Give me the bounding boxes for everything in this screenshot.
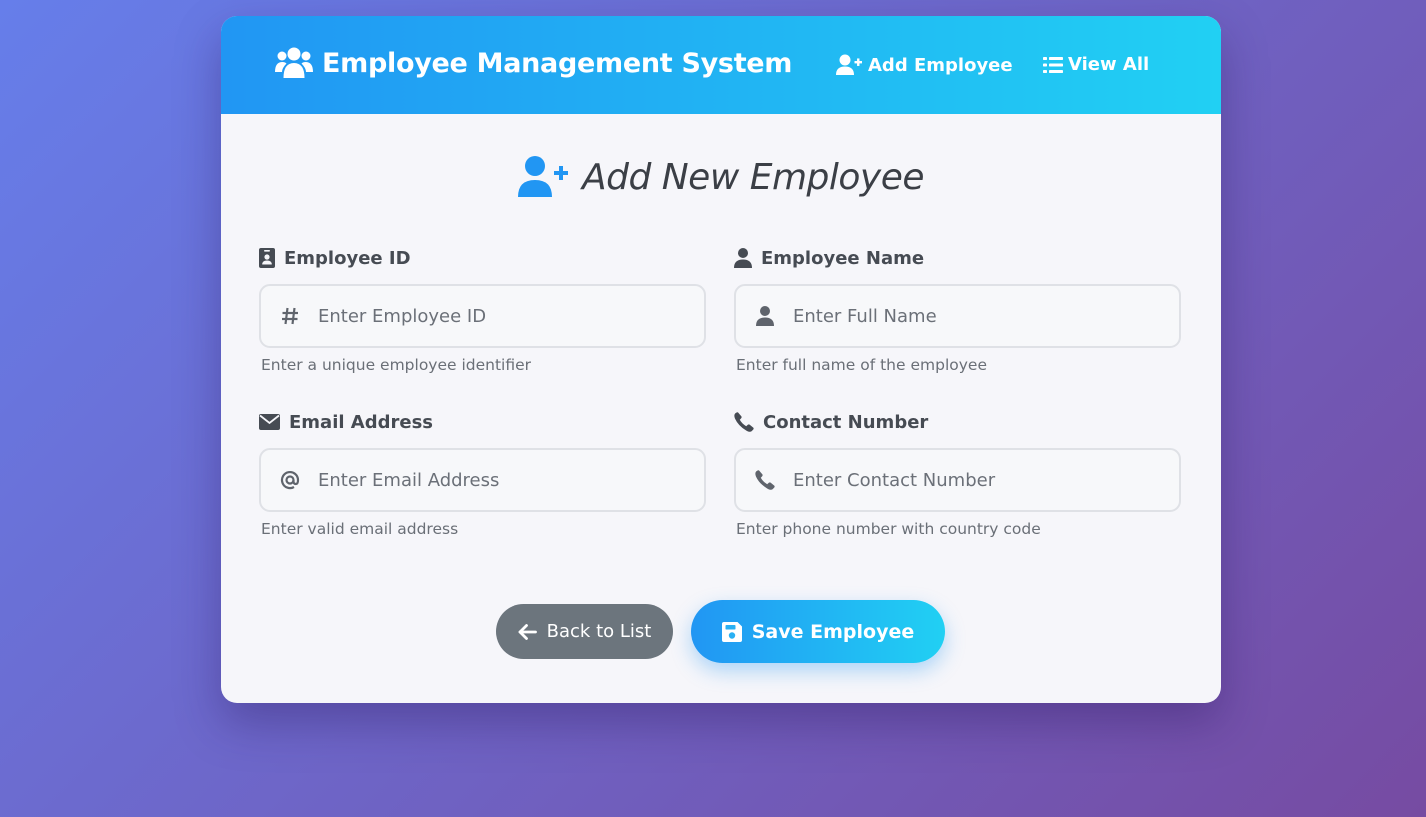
email-label-text: Email Address — [289, 411, 434, 433]
employee-name-label-text: Employee Name — [761, 247, 925, 269]
employee-name-input-wrapper[interactable] — [734, 284, 1181, 348]
save-employee-label: Save Employee — [751, 620, 915, 643]
employee-id-group: Employee ID Enter a unique employee iden… — [259, 246, 706, 374]
phone-icon — [734, 412, 754, 432]
employee-form-card: Employee Management System Add Employee — [221, 16, 1221, 703]
contact-label: Contact Number — [734, 410, 1181, 434]
brand[interactable]: Employee Management System — [275, 47, 792, 79]
contact-label-text: Contact Number — [763, 411, 929, 433]
floppy-disk-icon — [721, 621, 742, 642]
user-plus-icon — [836, 54, 863, 76]
list-icon — [1043, 56, 1063, 74]
employee-id-label-text: Employee ID — [284, 247, 411, 269]
nav-add-employee[interactable]: Add Employee — [836, 54, 1013, 76]
employee-name-group: Employee Name Enter full name of the emp… — [734, 246, 1181, 374]
back-to-list-label: Back to List — [546, 621, 652, 642]
email-help: Enter valid email address — [261, 520, 459, 538]
page-title: Add New Employee — [581, 156, 925, 198]
app-title: Employee Management System — [322, 47, 793, 79]
employee-id-input[interactable] — [318, 305, 678, 327]
email-input[interactable] — [318, 469, 678, 491]
employee-name-label: Employee Name — [734, 246, 1181, 270]
at-icon — [279, 469, 301, 491]
back-to-list-button[interactable]: Back to List — [496, 604, 673, 659]
form-heading: Add New Employee — [221, 156, 1221, 198]
id-badge-icon — [259, 248, 275, 268]
nav-view-all[interactable]: View All — [1043, 54, 1149, 75]
users-icon — [275, 47, 313, 79]
contact-group: Contact Number Enter phone number with c… — [734, 410, 1181, 538]
employee-name-input[interactable] — [793, 305, 1153, 327]
save-employee-button[interactable]: Save Employee — [691, 600, 945, 663]
employee-id-help: Enter a unique employee identifier — [261, 356, 532, 374]
user-icon — [754, 305, 776, 327]
nav-add-label: Add Employee — [868, 54, 1013, 76]
email-group: Email Address Enter valid email address — [259, 410, 706, 538]
nav-view-all-label: View All — [1068, 54, 1150, 75]
top-navbar: Employee Management System Add Employee — [221, 16, 1221, 114]
hash-icon — [279, 305, 301, 327]
employee-id-input-wrapper[interactable] — [259, 284, 706, 348]
phone-icon — [754, 469, 776, 491]
arrow-left-icon — [518, 623, 537, 640]
employee-name-help: Enter full name of the employee — [736, 356, 987, 374]
email-input-wrapper[interactable] — [259, 448, 706, 512]
contact-input-wrapper[interactable] — [734, 448, 1181, 512]
envelope-icon — [259, 414, 280, 430]
user-plus-icon — [517, 156, 570, 198]
contact-input[interactable] — [793, 469, 1153, 491]
email-label: Email Address — [259, 410, 706, 434]
contact-help: Enter phone number with country code — [736, 520, 1041, 538]
employee-id-label: Employee ID — [259, 246, 706, 270]
user-icon — [734, 248, 752, 268]
